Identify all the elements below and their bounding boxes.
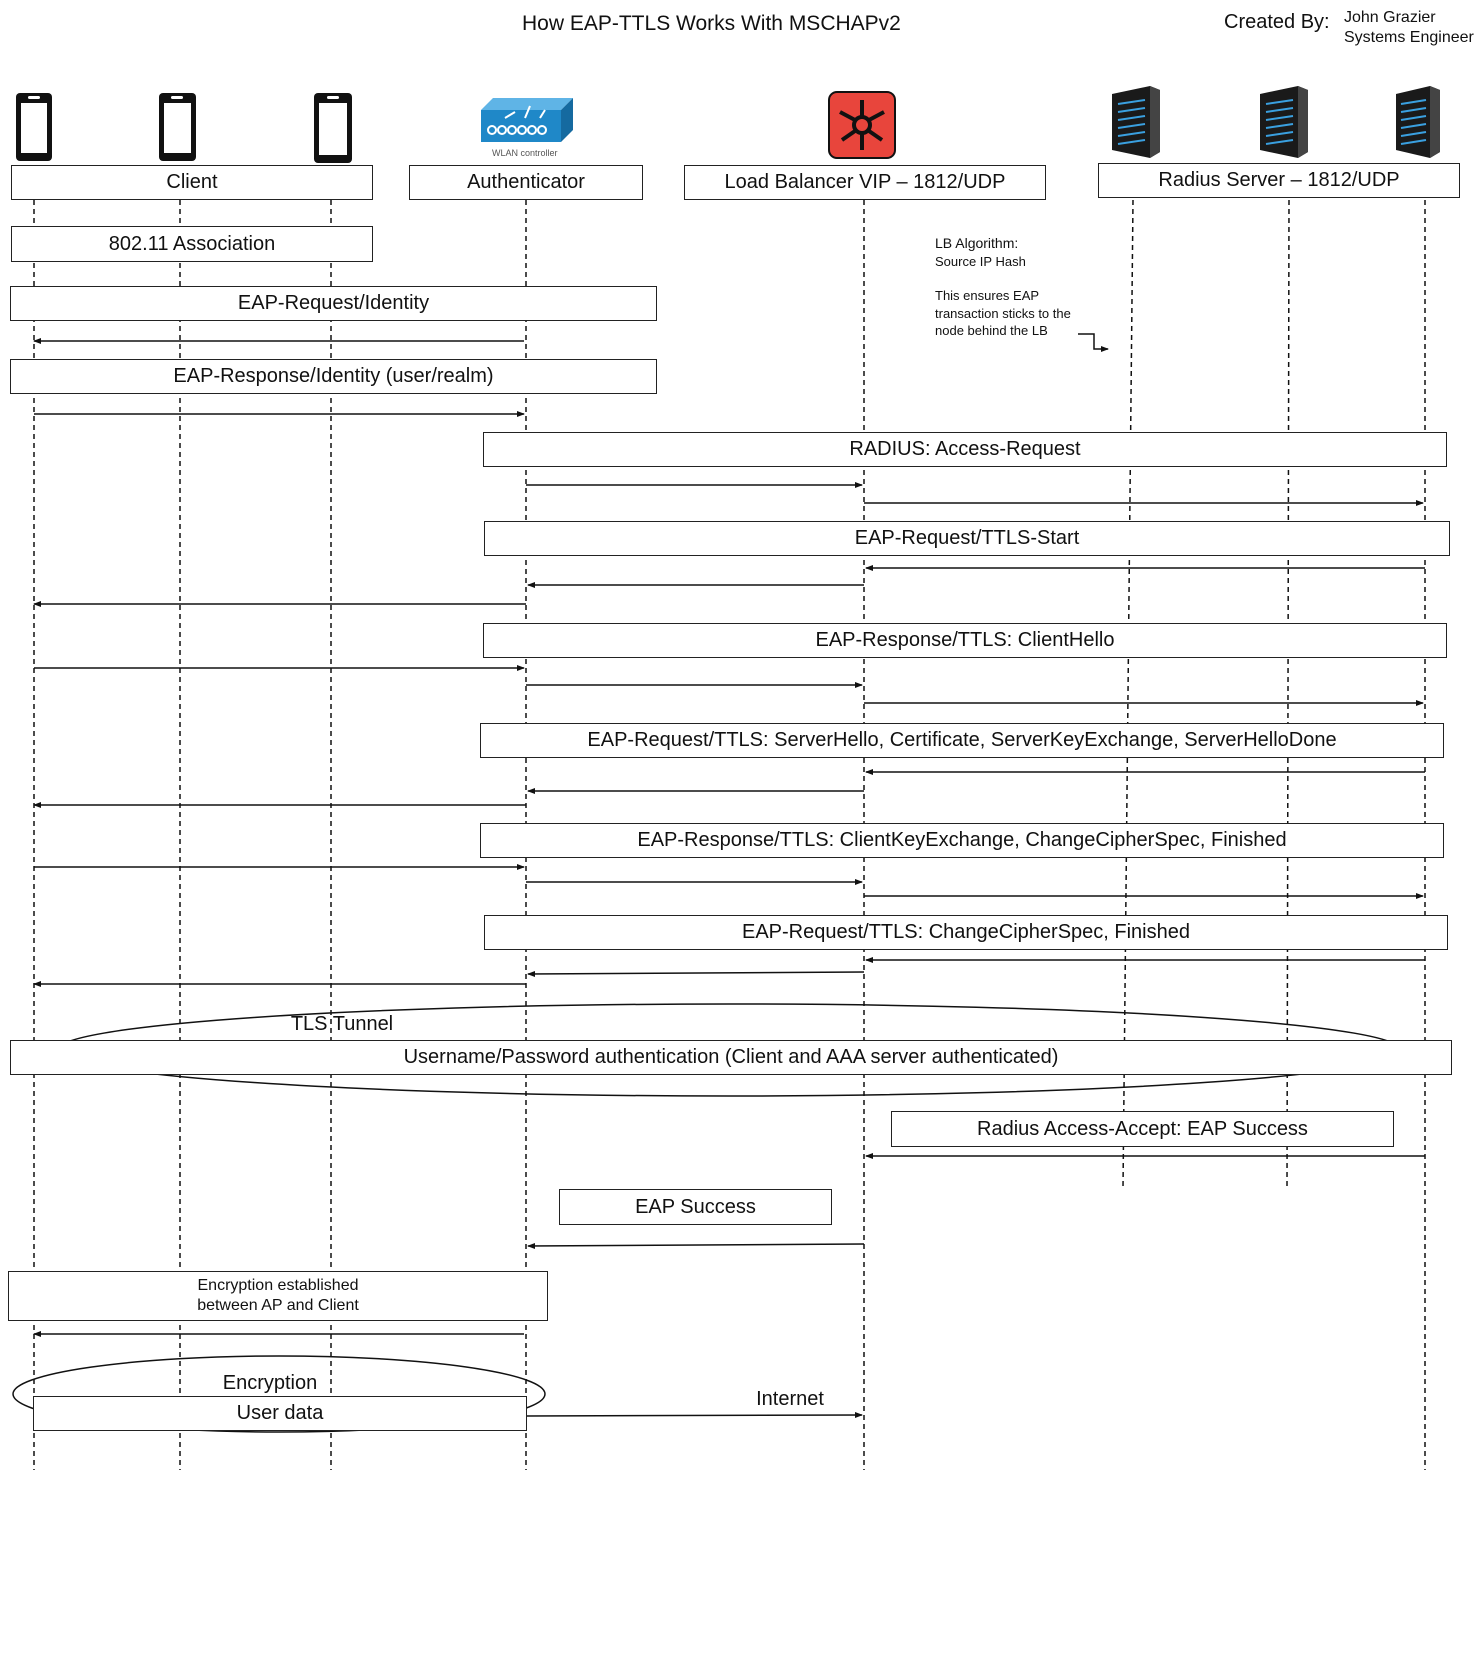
- actor-load-balancer: Load Balancer VIP – 1812/UDP: [684, 165, 1046, 200]
- internet-label: Internet: [756, 1387, 824, 1410]
- msg-user-data: User data: [33, 1396, 527, 1431]
- msg-80211-association: 802.11 Association: [11, 226, 373, 262]
- msg-eap-request-identity: EAP-Request/Identity: [10, 286, 657, 321]
- msg-access-accept: Radius Access-Accept: EAP Success: [891, 1111, 1394, 1147]
- msg-client-hello: EAP-Response/TTLS: ClientHello: [483, 623, 1447, 658]
- page-title: How EAP-TTLS Works With MSCHAPv2: [522, 12, 901, 35]
- server-icon: [1112, 86, 1160, 158]
- msg-encryption-established: Encryption established between AP and Cl…: [8, 1271, 548, 1321]
- wlan-controller-caption: WLAN controller: [492, 148, 558, 158]
- msg-user-auth: Username/Password authentication (Client…: [10, 1040, 1452, 1075]
- lb-note-line: Source IP Hash: [935, 254, 1026, 269]
- msg-client-key-exchange: EAP-Response/TTLS: ClientKeyExchange, Ch…: [480, 823, 1444, 858]
- encryption-established-line: between AP and Client: [197, 1297, 359, 1314]
- arrow-change-cipher-2: [527, 970, 865, 977]
- encryption-established-line: Encryption established: [197, 1277, 359, 1294]
- actor-authenticator: Authenticator: [409, 165, 643, 200]
- tls-tunnel-label: TLS Tunnel: [290, 1012, 394, 1035]
- arrow-eap-success: [527, 1242, 865, 1249]
- created-by-label: Created By:: [1224, 11, 1330, 33]
- actor-radius-server: Radius Server – 1812/UDP: [1098, 163, 1460, 198]
- msg-eap-response-identity: EAP-Response/Identity (user/realm): [10, 359, 657, 394]
- sequence-diagram: How EAP-TTLS Works With MSCHAPv2 Created…: [0, 0, 1480, 1654]
- wlan-controller-icon: [481, 98, 573, 142]
- lb-note-line: LB Algorithm:: [935, 235, 1019, 251]
- lb-note-line: This ensures EAP: [935, 288, 1040, 303]
- encryption-label: Encryption: [222, 1371, 318, 1394]
- server-icon: [1396, 86, 1440, 158]
- phone-icon: [314, 93, 352, 163]
- msg-eap-success: EAP Success: [559, 1189, 832, 1225]
- load-balancer-icon: [828, 91, 896, 159]
- lb-note-line: node behind the LB: [935, 323, 1048, 338]
- msg-radius-access-request: RADIUS: Access-Request: [483, 432, 1447, 467]
- msg-server-hello: EAP-Request/TTLS: ServerHello, Certifica…: [480, 723, 1444, 758]
- author-role: Systems Engineer: [1344, 29, 1474, 46]
- msg-ttls-start: EAP-Request/TTLS-Start: [484, 521, 1450, 556]
- msg-change-cipher-spec: EAP-Request/TTLS: ChangeCipherSpec, Fini…: [484, 915, 1448, 950]
- note-pointer-arrow: [1078, 333, 1109, 352]
- lb-note-line: transaction sticks to the: [935, 306, 1071, 321]
- phone-icon: [16, 93, 52, 161]
- actor-client: Client: [11, 165, 373, 200]
- server-icon: [1260, 86, 1308, 158]
- author-name: John Grazier: [1344, 9, 1436, 26]
- arrow-internet: [525, 1412, 863, 1419]
- phone-icon: [159, 93, 196, 161]
